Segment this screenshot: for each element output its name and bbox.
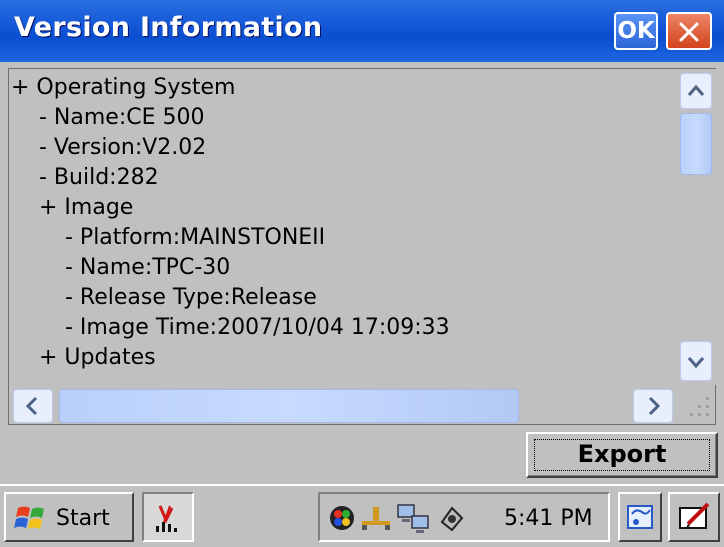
taskbar: Start 5:41 PM <box>0 484 724 547</box>
input-panel-button[interactable] <box>668 492 720 542</box>
version-info-panel: + Operating System - Name:CE 500- Version… <box>8 68 716 425</box>
tree-item[interactable]: - Name:TPC-30 <box>65 253 230 283</box>
system-tray: 5:41 PM <box>318 492 610 542</box>
horizontal-scrollbar[interactable] <box>9 387 676 425</box>
windows-logo-icon <box>14 506 44 529</box>
desktop-switch-button[interactable] <box>618 492 662 542</box>
tree-item[interactable]: - Name:CE 500 <box>39 103 205 133</box>
chevron-up-icon <box>687 84 705 96</box>
resize-grip-icon <box>676 387 716 425</box>
scroll-down-button[interactable] <box>680 341 712 381</box>
device-icon[interactable] <box>436 502 468 534</box>
clock[interactable]: 5:41 PM <box>504 506 593 531</box>
desktop-switch-icon <box>627 505 653 529</box>
chevron-right-icon <box>648 396 661 416</box>
network-icon[interactable] <box>360 504 392 532</box>
color-wheel-icon[interactable] <box>328 504 356 532</box>
tree-item[interactable]: + Image <box>39 193 133 223</box>
chevron-down-icon <box>687 357 705 369</box>
focus-rectangle <box>534 439 710 471</box>
vertical-scroll-thumb[interactable] <box>680 113 712 175</box>
scroll-left-button[interactable] <box>13 389 53 423</box>
chevron-left-icon <box>25 396 38 416</box>
export-button[interactable]: Export <box>526 432 718 478</box>
title-bar: Version Information OK <box>0 0 724 62</box>
close-button[interactable] <box>666 12 712 50</box>
start-button[interactable]: Start <box>4 492 134 542</box>
input-panel-icon <box>679 502 710 529</box>
vertical-scrollbar[interactable] <box>676 69 716 385</box>
horizontal-scroll-thumb[interactable] <box>59 389 519 423</box>
tree-item[interactable]: - Image Time:2007/10/04 17:09:33 <box>65 313 450 343</box>
app-graph-icon <box>156 505 177 532</box>
scroll-right-button[interactable] <box>633 389 673 423</box>
tree-item[interactable]: + Updates <box>39 343 156 373</box>
network-computers-icon[interactable] <box>396 502 432 534</box>
ok-button[interactable]: OK <box>614 12 658 50</box>
running-app-button[interactable] <box>142 492 194 542</box>
tree-item[interactable]: - Build:282 <box>39 163 159 193</box>
window-title: Version Information <box>14 12 323 43</box>
tree-item[interactable]: - Version:V2.02 <box>39 133 206 163</box>
start-label: Start <box>56 506 110 531</box>
tree-item[interactable]: - Release Type:Release <box>65 283 317 313</box>
version-tree[interactable]: + Operating System - Name:CE 500- Version… <box>9 69 673 385</box>
scroll-up-button[interactable] <box>680 73 712 109</box>
close-icon <box>679 22 699 42</box>
tree-item[interactable]: + Operating System <box>11 73 235 103</box>
tree-item[interactable]: - Platform:MAINSTONEII <box>65 223 325 253</box>
